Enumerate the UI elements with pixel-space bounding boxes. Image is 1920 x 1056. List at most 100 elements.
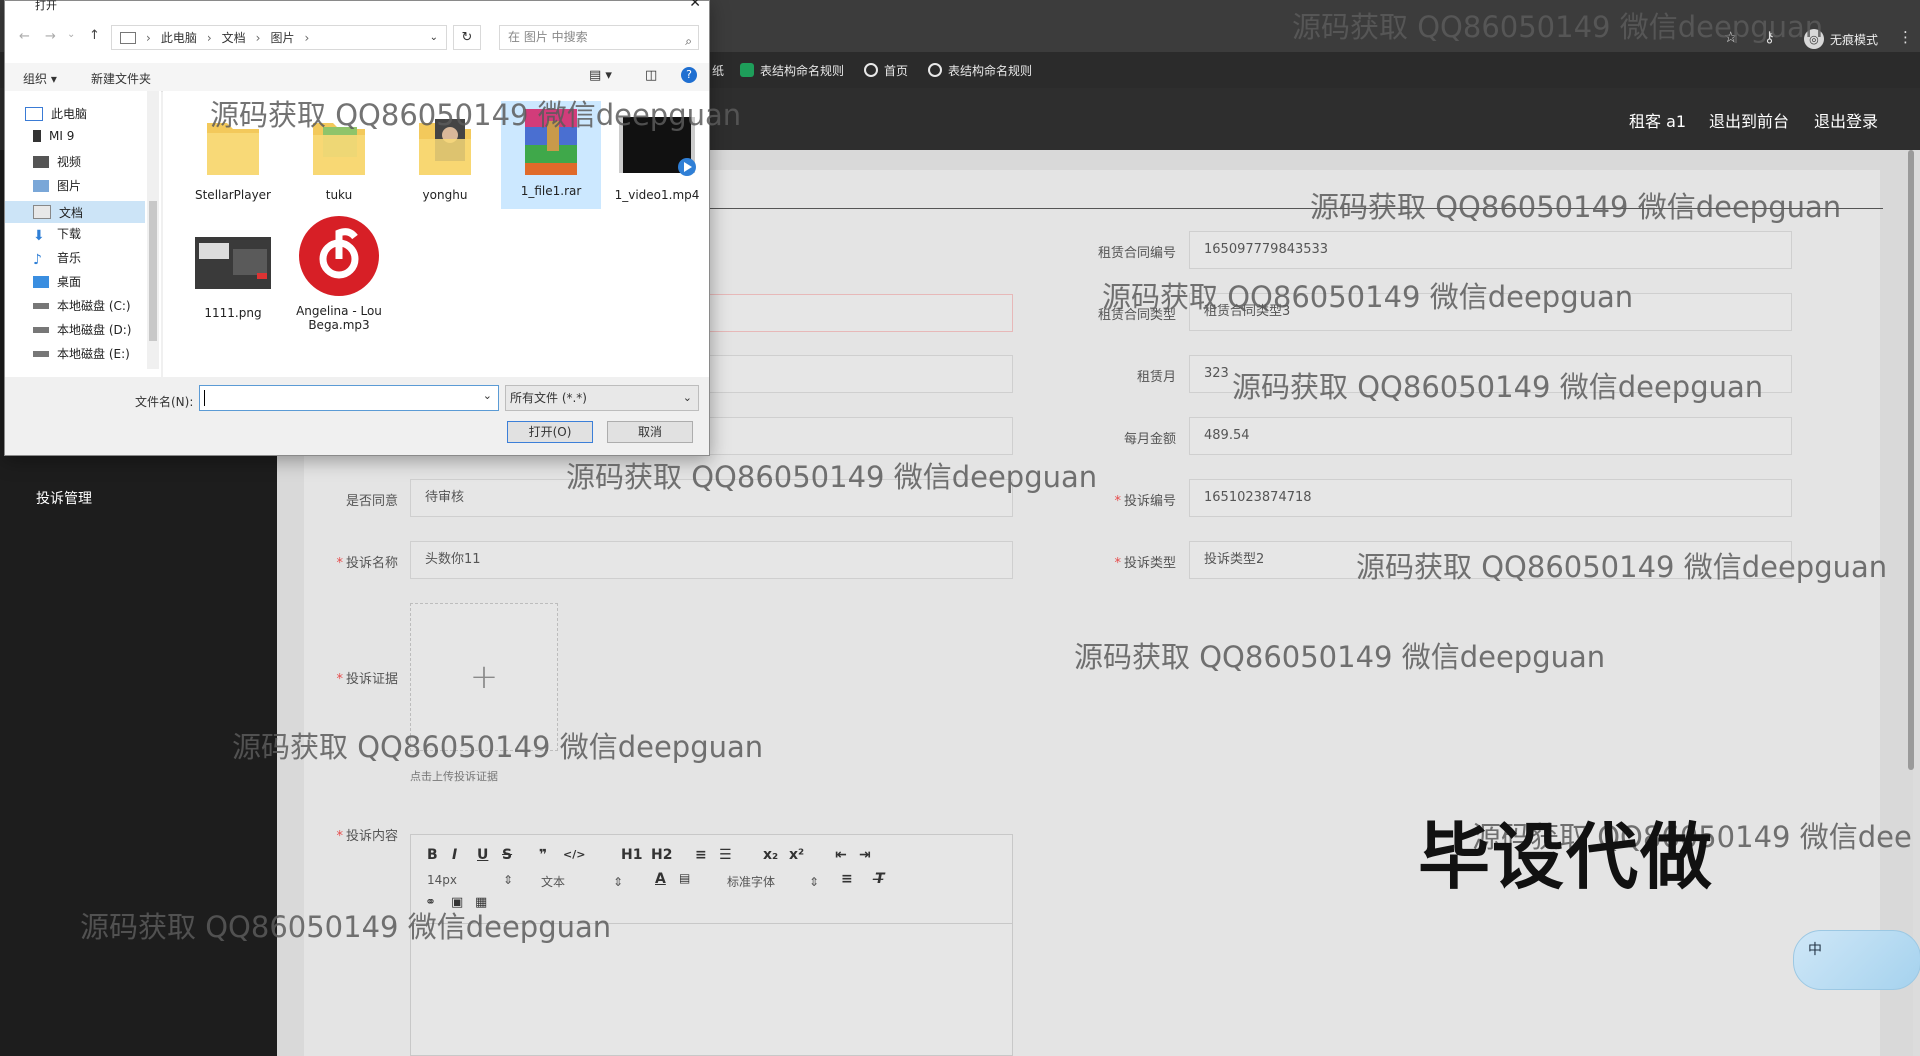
block-format-select[interactable]: 文本 ⇕ bbox=[541, 873, 623, 890]
lease-months-input[interactable]: 323 bbox=[1189, 355, 1792, 393]
filename-input[interactable]: ⌄ bbox=[199, 385, 499, 411]
more-menu-icon[interactable]: ⋮ bbox=[1898, 28, 1913, 46]
page-scrollbar[interactable] bbox=[1908, 150, 1914, 770]
chevron-down-icon[interactable]: ⌄ bbox=[430, 32, 438, 43]
file-item[interactable]: 1_file1.rar bbox=[501, 101, 601, 209]
file-item[interactable]: 1_video1.mp4 bbox=[607, 105, 707, 202]
strike-button[interactable]: S bbox=[502, 847, 512, 863]
key-icon[interactable]: ⚷ bbox=[1764, 28, 1775, 46]
complaint-no-input[interactable]: 1651023874718 bbox=[1189, 479, 1792, 517]
search-input[interactable]: 在 图片 中搜索 ⌕ bbox=[499, 25, 699, 50]
star-icon[interactable]: ☆ bbox=[1724, 28, 1737, 46]
agree-input[interactable]: 待审核 bbox=[410, 479, 1013, 517]
chevron-down-icon[interactable]: ⌄ bbox=[483, 389, 492, 402]
filetype-select[interactable]: 所有文件 (*.*) ⌄ bbox=[505, 385, 699, 411]
nav-item-desktop[interactable]: 桌面 bbox=[33, 273, 81, 290]
nav-item-pictures[interactable]: 图片 bbox=[33, 177, 81, 194]
code-button[interactable]: </> bbox=[563, 848, 585, 861]
divider bbox=[700, 208, 1883, 209]
file-item[interactable]: yonghu bbox=[395, 105, 495, 202]
nav-item-downloads[interactable]: ⬇ 下载 bbox=[33, 225, 81, 244]
superscript-button[interactable]: x² bbox=[789, 847, 804, 863]
nav-item-drive-c[interactable]: 本地磁盘 (C:) bbox=[33, 297, 131, 314]
drive-icon bbox=[33, 302, 49, 309]
background-color-icon[interactable]: ▤ bbox=[679, 871, 690, 885]
sidebar-item-complaint[interactable]: 投诉管理 bbox=[36, 488, 92, 508]
organize-button[interactable]: 组织 ▾ bbox=[23, 70, 57, 87]
italic-button[interactable]: I bbox=[452, 847, 457, 863]
up-arrow-icon[interactable]: ↑ bbox=[89, 28, 100, 43]
scroll-thumb[interactable] bbox=[149, 201, 157, 341]
agree-label: 是否同意 bbox=[345, 494, 398, 509]
bookmark-item[interactable]: 纸 bbox=[712, 61, 724, 79]
align-icon[interactable]: ≡ bbox=[841, 871, 853, 887]
breadcrumb-item[interactable]: 图片 bbox=[270, 29, 294, 46]
file-item[interactable]: Angelina - Lou Bega.mp3 bbox=[289, 211, 389, 332]
close-icon[interactable]: ✕ bbox=[689, 0, 701, 11]
monthly-amount-input[interactable]: 489.54 bbox=[1189, 417, 1792, 455]
nav-item-drive-d[interactable]: 本地磁盘 (D:) bbox=[33, 321, 131, 338]
font-family-select[interactable]: 标准字体 ⇕ bbox=[727, 873, 819, 890]
nav-item-phone[interactable]: MI 9 bbox=[33, 129, 74, 143]
user-link[interactable]: 租客 a1 bbox=[1629, 108, 1686, 132]
indent-button[interactable]: ⇥ bbox=[859, 847, 871, 863]
ordered-list-button[interactable]: ≡ bbox=[695, 847, 707, 863]
forward-arrow-icon[interactable]: → bbox=[45, 29, 56, 44]
file-name: 1111.png bbox=[204, 306, 262, 320]
logout-link[interactable]: 退出登录 bbox=[1814, 108, 1878, 132]
font-size-select[interactable]: 14px ⇕ bbox=[427, 873, 513, 887]
bullet-list-button[interactable]: ☰ bbox=[719, 847, 732, 863]
complaint-type-select[interactable]: 投诉类型2 bbox=[1189, 541, 1792, 579]
refresh-button[interactable]: ↻ bbox=[453, 25, 481, 50]
bold-button[interactable]: B bbox=[427, 847, 438, 863]
file-name: yonghu bbox=[422, 188, 468, 202]
computer-icon bbox=[120, 31, 136, 44]
bookmark-item[interactable]: 表结构命名规则 bbox=[928, 61, 1032, 79]
contract-no-input[interactable]: 165097779843533 bbox=[1189, 231, 1792, 269]
bookmark-label: 首页 bbox=[884, 63, 909, 78]
back-to-front-link[interactable]: 退出到前台 bbox=[1709, 108, 1789, 132]
nav-scrollbar[interactable] bbox=[147, 91, 159, 369]
nav-item-drive-e[interactable]: 本地磁盘 (E:) bbox=[33, 345, 130, 362]
incognito-badge[interactable]: ◎ 无痕模式 bbox=[1803, 28, 1878, 50]
underline-button[interactable]: U bbox=[477, 847, 488, 863]
video-icon[interactable]: ▦ bbox=[475, 895, 487, 910]
rich-text-editor[interactable]: B I U S ❞ </> H1 H2 ≡ ☰ x₂ x² ⇤ ⇥ 14px ⇕ … bbox=[410, 834, 1013, 1056]
bookmark-item[interactable]: 表结构命名规则 bbox=[740, 61, 844, 79]
h2-button[interactable]: H2 bbox=[651, 847, 672, 863]
image-icon[interactable]: ▣ bbox=[451, 895, 463, 910]
address-bar[interactable]: › 此电脑 › 文档 › 图片 › ⌄ bbox=[111, 25, 447, 50]
nav-item-music[interactable]: ♪ 音乐 bbox=[33, 249, 81, 268]
clear-format-icon[interactable]: T̶ bbox=[875, 871, 885, 887]
dialog-footer: 文件名(N): ⌄ 所有文件 (*.*) ⌄ 打开(O) 取消 bbox=[5, 377, 709, 455]
open-button[interactable]: 打开(O) bbox=[507, 421, 593, 443]
nav-item-documents[interactable]: 文档 bbox=[5, 201, 145, 223]
contract-type-select[interactable]: 租赁合同类型3 bbox=[1189, 293, 1792, 331]
breadcrumb-item[interactable]: 文档 bbox=[222, 29, 246, 46]
recent-dropdown-icon[interactable]: ⌄ bbox=[67, 29, 75, 40]
file-item[interactable]: StellarPlayer bbox=[183, 105, 283, 202]
subscript-button[interactable]: x₂ bbox=[763, 847, 778, 863]
font-color-icon[interactable]: A bbox=[655, 871, 666, 887]
view-options-icon[interactable]: ▤ ▾ bbox=[589, 68, 612, 83]
new-folder-button[interactable]: 新建文件夹 bbox=[91, 70, 151, 87]
nav-item-this-pc[interactable]: 此电脑 bbox=[25, 105, 87, 122]
file-item[interactable]: 1111.png bbox=[183, 223, 283, 320]
help-icon[interactable]: ? bbox=[681, 67, 697, 83]
quote-button[interactable]: ❞ bbox=[539, 847, 547, 863]
desktop-icon bbox=[33, 275, 49, 288]
preview-pane-icon[interactable]: ◫ bbox=[645, 68, 657, 83]
link-icon[interactable]: ⚭ bbox=[425, 895, 436, 910]
bookmark-item[interactable]: 首页 bbox=[864, 61, 908, 79]
breadcrumb-item[interactable]: 此电脑 bbox=[161, 29, 197, 46]
evidence-upload[interactable]: + bbox=[410, 603, 558, 751]
outdent-button[interactable]: ⇤ bbox=[835, 847, 847, 863]
folder-icon bbox=[207, 123, 259, 175]
nav-item-videos[interactable]: 视频 bbox=[33, 153, 81, 170]
ime-widget[interactable]: 中 bbox=[1793, 930, 1920, 990]
file-item[interactable]: tuku bbox=[289, 105, 389, 202]
back-arrow-icon[interactable]: ← bbox=[19, 29, 30, 44]
complaint-name-input[interactable]: 头数你11 bbox=[410, 541, 1013, 579]
h1-button[interactable]: H1 bbox=[621, 847, 642, 863]
cancel-button[interactable]: 取消 bbox=[607, 421, 693, 443]
